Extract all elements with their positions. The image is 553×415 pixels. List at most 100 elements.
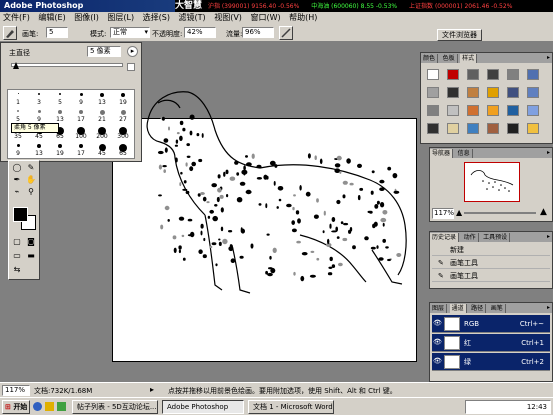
brush-tip[interactable]: 9 (73, 91, 89, 106)
mode-select[interactable]: 正常 ▾ (110, 27, 150, 38)
brush-tip[interactable]: 1 (10, 91, 26, 106)
history-row[interactable]: 新建 (432, 244, 550, 256)
brush-tip[interactable]: 13 (31, 142, 47, 157)
screen-mode-icon[interactable]: ▭ (11, 251, 23, 261)
menu-view[interactable]: 视图(V) (211, 13, 245, 22)
menu-window[interactable]: 窗口(W) (247, 13, 283, 22)
navigator-thumbnail[interactable] (464, 162, 520, 202)
diameter-slider-track[interactable] (11, 63, 123, 67)
style-swatch[interactable] (487, 87, 499, 98)
taskbar-button-photoshop[interactable]: Adobe Photoshop (162, 400, 244, 414)
style-swatch[interactable] (487, 105, 499, 116)
eyedropper-tool-icon[interactable]: ⌁ (11, 187, 23, 197)
style-swatch[interactable] (507, 123, 519, 134)
start-button[interactable]: ⊞ 开始 (2, 400, 30, 414)
brush-tip[interactable]: 17 (73, 142, 89, 157)
history-row[interactable]: ✎ 画笔工具 (432, 257, 550, 269)
style-swatch[interactable] (487, 123, 499, 134)
tab-info[interactable]: 信息 (456, 149, 473, 158)
style-swatch[interactable] (427, 69, 439, 80)
channel-row[interactable]: 👁 红 Ctrl+1 (432, 334, 550, 352)
style-swatch[interactable] (487, 69, 499, 80)
menu-layer[interactable]: 图层(L) (104, 13, 137, 22)
tab-actions[interactable]: 动作 (462, 233, 479, 242)
style-swatch[interactable] (427, 123, 439, 134)
style-swatch[interactable] (507, 105, 519, 116)
tab-channels[interactable]: 通道 (449, 304, 467, 313)
brush-tip[interactable]: 19 (115, 91, 131, 106)
document-canvas[interactable] (112, 118, 417, 362)
brush-size-picker[interactable]: 5 (46, 27, 68, 38)
zoom-out-icon[interactable]: ▲ (456, 208, 462, 217)
palette-menu-icon[interactable]: ▸ (547, 149, 550, 157)
zoom-tool-icon[interactable]: ⚲ (25, 187, 37, 197)
zoom-in-icon[interactable]: ▲ (540, 207, 547, 217)
tab-tool-presets[interactable]: 工具预设 (481, 233, 511, 242)
lasso-tool-icon[interactable]: ◯ (11, 163, 23, 173)
foreground-color-swatch[interactable] (13, 207, 28, 222)
style-swatch[interactable] (507, 87, 519, 98)
tab-history[interactable]: 历史记录 (430, 233, 460, 242)
ie-icon[interactable] (33, 402, 42, 411)
style-swatch[interactable] (467, 105, 479, 116)
palette-menu-icon[interactable]: ▸ (547, 233, 550, 241)
eye-icon[interactable]: 👁 (433, 357, 442, 366)
brush-tip[interactable]: 3 (31, 91, 47, 106)
brush-tip[interactable]: 200 (94, 125, 110, 140)
style-swatch[interactable] (527, 69, 539, 80)
channel-row[interactable]: 👁 绿 Ctrl+2 (432, 353, 550, 371)
brush-tip[interactable]: 9 (31, 108, 47, 123)
hand-tool-icon[interactable]: ✋ (25, 175, 37, 185)
style-swatch[interactable] (427, 87, 439, 98)
brush-tip[interactable]: 27 (115, 108, 131, 123)
new-brush-icon[interactable] (127, 63, 135, 71)
style-swatch[interactable] (447, 123, 459, 134)
brush-tip[interactable]: 19 (52, 142, 68, 157)
tab-paths[interactable]: 路径 (469, 304, 487, 313)
navigator-zoom-field[interactable]: 117% (432, 208, 454, 219)
pen-tool-icon[interactable]: ✒ (11, 175, 23, 185)
taskbar-button-forum[interactable]: 帖子列表 - 5D互动论坛... (72, 400, 158, 414)
palette-menu-icon[interactable]: ▸ (547, 304, 550, 312)
tab-file-browser[interactable]: 文件浏览器 (437, 29, 482, 41)
folder-icon[interactable] (45, 402, 54, 411)
style-swatch[interactable] (467, 87, 479, 98)
tab-brushes[interactable]: 画笔 (489, 304, 506, 313)
brush-tip[interactable]: 5 (10, 108, 26, 123)
taskbar-button-word[interactable]: 文档 1 - Microsoft Word (248, 400, 334, 414)
fullscreen-mode-icon[interactable]: ▬ (25, 251, 37, 261)
standard-mode-icon[interactable]: ▢ (11, 237, 23, 247)
tab-layers[interactable]: 图层 (430, 304, 448, 313)
channel-row[interactable]: 👁 RGB Ctrl+~ (432, 315, 550, 333)
style-swatch[interactable] (467, 69, 479, 80)
style-swatch[interactable] (527, 123, 539, 134)
tab-color[interactable]: 颜色 (421, 54, 439, 63)
airbrush-icon[interactable] (279, 26, 293, 40)
menu-edit[interactable]: 编辑(E) (35, 13, 68, 22)
brush-tip[interactable]: 65 (115, 142, 131, 157)
tab-styles[interactable]: 样式 (460, 54, 478, 63)
desktop-icon[interactable] (57, 402, 66, 411)
eye-icon[interactable]: 👁 (433, 338, 442, 347)
style-swatch[interactable] (467, 123, 479, 134)
brush-tip[interactable]: 13 (52, 108, 68, 123)
brush-tool-preset-icon[interactable] (3, 26, 17, 40)
eye-icon[interactable]: 👁 (433, 319, 442, 328)
imageready-icon[interactable]: ⇆ (11, 265, 23, 275)
quickmask-mode-icon[interactable]: ◙ (25, 237, 37, 247)
brush-tip[interactable]: 100 (73, 125, 89, 140)
style-swatch[interactable] (427, 105, 439, 116)
brush-tip[interactable]: 9 (10, 142, 26, 157)
tab-navigator[interactable]: 导航器 (430, 149, 454, 158)
history-row[interactable]: ✎ 画笔工具 (432, 270, 550, 282)
style-swatch[interactable] (447, 105, 459, 116)
menu-help[interactable]: 帮助(H) (286, 13, 320, 22)
brush-tip[interactable]: 13 (94, 91, 110, 106)
diameter-field[interactable]: 5 像素 (87, 46, 121, 57)
tab-swatches[interactable]: 色板 (441, 54, 458, 63)
menu-select[interactable]: 选择(S) (140, 13, 173, 22)
palette-menu-icon[interactable]: ▸ (547, 54, 550, 62)
menu-image[interactable]: 图像(I) (71, 13, 102, 22)
style-swatch[interactable] (507, 69, 519, 80)
brush-tool-icon[interactable]: ✎ (25, 163, 37, 173)
